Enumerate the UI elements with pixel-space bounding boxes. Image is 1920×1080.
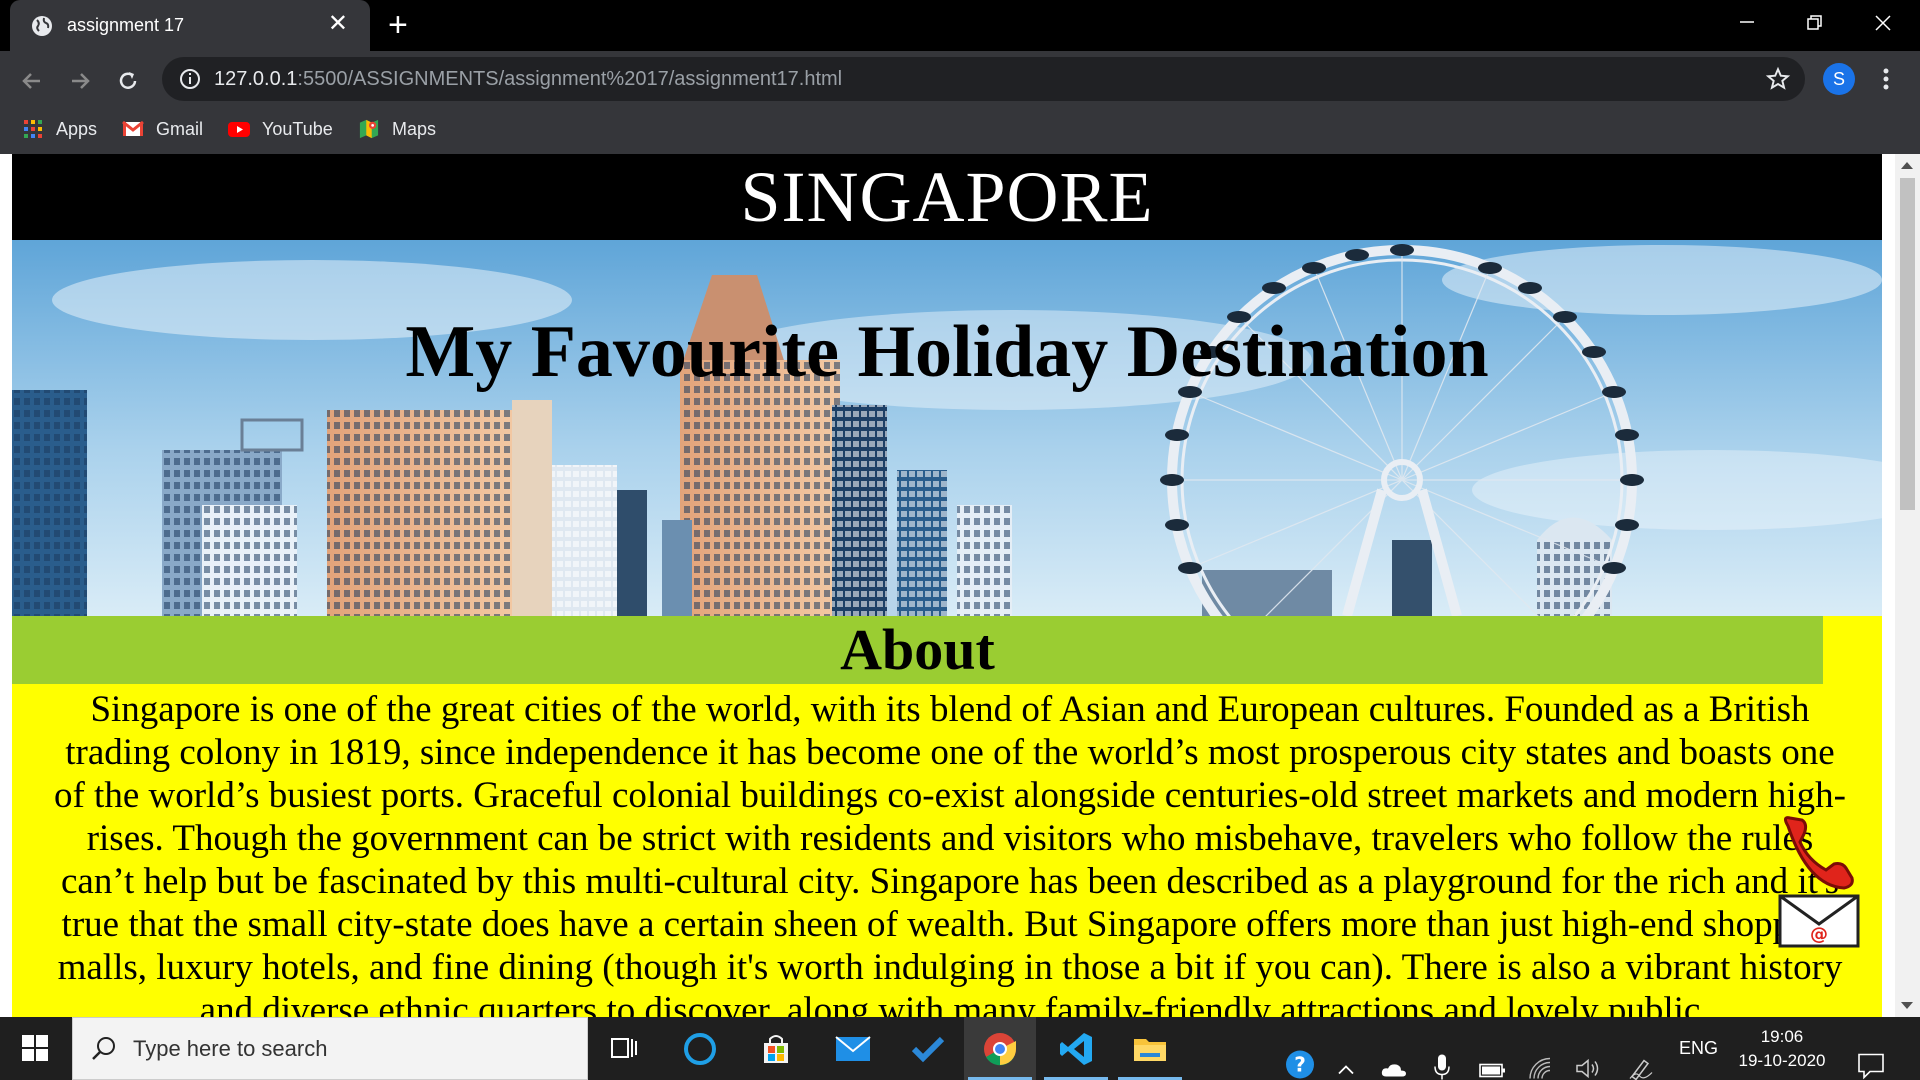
volume-icon[interactable] <box>1574 1037 1602 1080</box>
reload-button[interactable] <box>110 63 146 99</box>
bookmark-label: Apps <box>56 119 98 139</box>
forward-button[interactable] <box>62 63 98 99</box>
microphone-icon[interactable] <box>1432 1035 1452 1080</box>
bookmark-star-icon[interactable] <box>1765 66 1791 92</box>
hero-banner: My Favourite Holiday Destination <box>12 240 1882 616</box>
gmail-icon <box>122 120 144 136</box>
chrome-icon <box>984 1033 1016 1066</box>
scrollbar-thumb[interactable] <box>1900 178 1915 510</box>
scroll-down-arrow-icon[interactable] <box>1901 1002 1913 1009</box>
page-viewport: SINGAPORE My Favourite Holiday Destinati… <box>0 154 1920 1017</box>
url-path: :5500/ASSIGNMENTS/assignment%2017/assign… <box>297 68 843 90</box>
mail-icon <box>835 1036 871 1061</box>
mail-button[interactable] <box>816 1017 888 1080</box>
close-window-button[interactable] <box>1850 0 1918 44</box>
file-explorer-icon <box>1134 1039 1166 1061</box>
system-clock[interactable]: 19:06 19-10-2020 <box>1724 1025 1840 1073</box>
todo-button[interactable] <box>892 1017 964 1080</box>
browser-toolbar: 127.0.0.1:5500/ASSIGNMENTS/assignment%20… <box>0 51 1920 154</box>
page-title: SINGAPORE <box>740 157 1154 237</box>
battery-icon[interactable] <box>1478 1039 1506 1080</box>
task-view-icon <box>611 1038 637 1058</box>
windows-logo-icon <box>22 1035 48 1061</box>
help-icon[interactable]: ? <box>1284 1033 1316 1080</box>
about-heading: About <box>840 617 995 682</box>
address-bar[interactable]: 127.0.0.1:5500/ASSIGNMENTS/assignment%20… <box>162 57 1805 101</box>
onedrive-icon[interactable] <box>1380 1039 1408 1080</box>
bookmark-label: Maps <box>392 119 437 139</box>
restore-button[interactable] <box>1782 0 1850 44</box>
new-tab-button[interactable]: + <box>388 7 408 43</box>
tab-strip: assignment 17 ✕ + <box>0 0 1920 51</box>
task-view-button[interactable] <box>588 1017 660 1080</box>
tab-title: assignment 17 <box>67 15 185 35</box>
clock-date: 19-10-2020 <box>1738 1051 1826 1070</box>
maps-icon <box>359 119 379 139</box>
globe-icon <box>32 16 52 36</box>
youtube-icon <box>228 122 250 137</box>
store-icon <box>764 1035 788 1063</box>
language-indicator[interactable]: ENG <box>1679 1036 1718 1080</box>
wifi-icon[interactable] <box>1528 1037 1554 1080</box>
clock-time: 19:06 <box>1760 1027 1804 1046</box>
about-section: About Singapore is one of the great citi… <box>12 616 1882 1017</box>
page-scrollbar[interactable] <box>1895 154 1920 1017</box>
scroll-up-arrow-icon[interactable] <box>1901 162 1913 169</box>
restore-icon <box>1807 15 1822 30</box>
chevron-up-icon[interactable] <box>1336 1039 1356 1080</box>
svg-text:@: @ <box>1810 924 1828 945</box>
taskbar-search-box[interactable]: Type here to search <box>72 1017 588 1080</box>
forward-arrow-icon <box>72 73 90 89</box>
url-host: 127.0.0.1 <box>214 68 298 90</box>
profile-avatar[interactable]: S <box>1823 63 1855 95</box>
menu-kebab-icon[interactable] <box>1878 61 1894 97</box>
bookmarks-bar: Apps Gmail YouTube Maps <box>0 111 900 147</box>
pen-ink-icon[interactable] <box>1628 1037 1654 1080</box>
vscode-icon <box>1060 1033 1092 1065</box>
about-heading-bar: About <box>12 616 1823 684</box>
store-button[interactable] <box>740 1017 812 1080</box>
minimize-icon <box>1740 21 1754 23</box>
start-button[interactable] <box>0 1017 70 1080</box>
apps-grid-icon <box>24 120 42 138</box>
singapore-skyline-image <box>12 240 1882 616</box>
svg-text:?: ? <box>1294 1053 1306 1077</box>
web-page: SINGAPORE My Favourite Holiday Destinati… <box>12 154 1882 1017</box>
back-button[interactable] <box>14 63 50 99</box>
cortana-button[interactable] <box>664 1017 736 1080</box>
cortana-icon <box>684 1033 716 1065</box>
chrome-button[interactable] <box>964 1017 1036 1080</box>
tab-close-icon[interactable]: ✕ <box>328 11 348 37</box>
browser-tab[interactable]: assignment 17 ✕ <box>10 0 370 51</box>
close-window-icon <box>1875 15 1891 31</box>
bookmark-label: Gmail <box>156 119 204 139</box>
site-info-icon[interactable] <box>178 67 202 91</box>
vscode-button[interactable] <box>1040 1017 1112 1080</box>
contact-phone-mail-icon[interactable]: @ <box>1778 814 1860 950</box>
reload-icon <box>119 72 137 89</box>
back-arrow-icon <box>22 73 40 89</box>
search-placeholder: Type here to search <box>133 1036 328 1061</box>
site-header: SINGAPORE <box>12 154 1882 240</box>
file-explorer-button[interactable] <box>1114 1017 1186 1080</box>
url-text: 127.0.0.1:5500/ASSIGNMENTS/assignment%20… <box>214 67 842 91</box>
about-paragraph: Singapore is one of the great cities of … <box>53 689 1846 1017</box>
minimize-button[interactable] <box>1714 0 1782 44</box>
hero-title: My Favourite Holiday Destination <box>405 311 1489 393</box>
search-icon <box>92 1037 115 1060</box>
todo-icon <box>911 1036 945 1063</box>
notification-center-icon[interactable] <box>1856 1034 1886 1080</box>
bookmark-label: YouTube <box>262 119 333 139</box>
windows-taskbar: Type here to search ? ENG 19:06 19-10-20… <box>0 1017 1920 1080</box>
